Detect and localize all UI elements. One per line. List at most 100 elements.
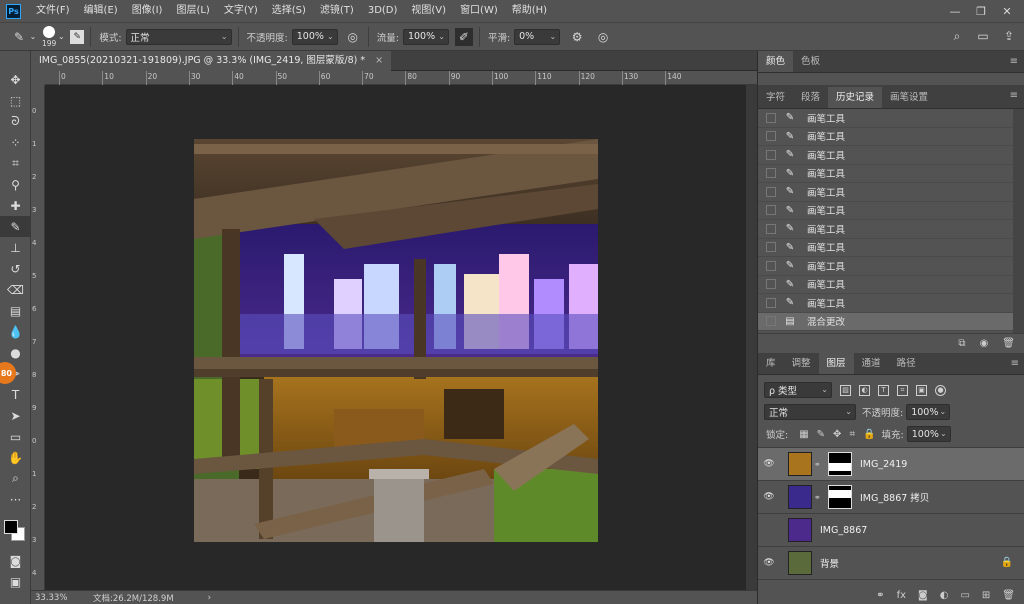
status-menu-arrow[interactable]: ›: [208, 593, 211, 603]
menu-3d[interactable]: 3D(D): [361, 0, 405, 22]
history-scrollbar[interactable]: [1013, 109, 1024, 333]
path-select-tool-icon[interactable]: ➤: [0, 405, 31, 426]
menu-filter[interactable]: 滤镜(T): [313, 0, 361, 22]
gear-icon[interactable]: ⚙: [568, 28, 586, 46]
lock-all-icon[interactable]: 🔒: [863, 429, 875, 440]
pressure-opacity-icon[interactable]: ◎: [344, 28, 362, 46]
share-icon[interactable]: ⇪: [1000, 27, 1018, 45]
filter-type-icon[interactable]: T: [878, 384, 889, 396]
filter-pixel-icon[interactable]: ▨: [840, 384, 851, 396]
brush-tool-preset-icon[interactable]: ✎: [10, 28, 28, 46]
brush-preset-picker[interactable]: 199: [42, 25, 56, 48]
history-item[interactable]: ✎ 画笔工具: [758, 257, 1014, 276]
healing-brush-tool-icon[interactable]: ✚: [0, 195, 31, 216]
quick-select-tool-icon[interactable]: ⁘: [0, 132, 31, 153]
foreground-color-swatch[interactable]: [4, 520, 18, 534]
panel-menu-icon[interactable]: ≡: [1010, 90, 1018, 101]
rectangle-tool-icon[interactable]: ▭: [0, 426, 31, 447]
smoothing-input[interactable]: 0% ⌄: [514, 28, 561, 45]
history-source-checkbox[interactable]: [766, 260, 776, 271]
layer-mask-thumbnail[interactable]: [828, 452, 852, 476]
history-source-checkbox[interactable]: [766, 149, 776, 160]
more-tools-icon[interactable]: ···: [0, 489, 31, 510]
layer-filter-select[interactable]: ρ 类型 ⌄: [764, 382, 832, 398]
lock-artboard-icon[interactable]: ⌗: [849, 429, 855, 440]
layer-thumbnail[interactable]: [788, 485, 812, 509]
fill-input[interactable]: 100% ⌄: [906, 426, 951, 442]
mask-icon[interactable]: ◙: [918, 590, 928, 601]
menu-help[interactable]: 帮助(H): [505, 0, 554, 22]
lock-position-icon[interactable]: ✥: [833, 429, 841, 440]
history-brush-tool-icon[interactable]: ↺: [0, 258, 31, 279]
history-item[interactable]: ✎ 画笔工具: [758, 128, 1014, 146]
layer-mask-thumbnail[interactable]: [828, 485, 852, 509]
menu-type[interactable]: 文字(Y): [217, 0, 265, 22]
history-source-checkbox[interactable]: [766, 297, 776, 308]
restore-button[interactable]: ❐: [968, 0, 994, 22]
link-icon[interactable]: ⚭: [876, 590, 884, 601]
minimize-button[interactable]: —: [942, 0, 968, 22]
history-item[interactable]: ✎ 画笔工具: [758, 146, 1014, 165]
filter-smart-object-icon[interactable]: ▣: [916, 384, 927, 396]
mode-select[interactable]: 正常 ⌄: [125, 28, 232, 45]
flow-input[interactable]: 100% ⌄: [402, 28, 449, 45]
history-source-checkbox[interactable]: [766, 186, 776, 197]
lasso-tool-icon[interactable]: ᘐ: [0, 111, 31, 132]
clone-stamp-tool-icon[interactable]: ⊥: [0, 237, 31, 258]
blur-tool-icon[interactable]: 💧: [0, 321, 31, 342]
panel-menu-icon[interactable]: ≡: [1010, 56, 1018, 67]
eye-icon[interactable]: 👁: [758, 459, 780, 469]
eraser-tool-icon[interactable]: ⌫: [0, 279, 31, 300]
chevron-down-icon[interactable]: ⌄: [28, 28, 38, 46]
eye-icon[interactable]: 👁: [758, 558, 780, 568]
layer-opacity-input[interactable]: 100% ⌄: [906, 404, 951, 420]
filter-adjustment-icon[interactable]: ◐: [859, 384, 870, 396]
tab-layers[interactable]: 图层: [818, 353, 854, 374]
history-source-checkbox[interactable]: [766, 279, 776, 290]
tab-channels[interactable]: 通道: [854, 353, 889, 374]
history-source-checkbox[interactable]: [766, 205, 776, 216]
history-item[interactable]: ✎ 画笔工具: [758, 239, 1014, 257]
tab-history[interactable]: 历史记录: [828, 87, 883, 108]
tab-character[interactable]: 字符: [758, 87, 793, 108]
vertical-scrollbar[interactable]: [746, 85, 757, 590]
quick-mask-icon[interactable]: ◙: [0, 550, 31, 571]
layer-thumbnail[interactable]: [788, 452, 812, 476]
brush-settings-toggle-icon[interactable]: ✎: [70, 29, 85, 44]
history-item[interactable]: ✎ 画笔工具: [758, 109, 1014, 128]
history-item[interactable]: ✎ 画笔工具: [758, 165, 1014, 183]
filter-toggle-icon[interactable]: ●: [935, 384, 946, 396]
tab-paths[interactable]: 路径: [889, 353, 924, 374]
tab-color[interactable]: 颜色: [758, 51, 794, 72]
history-source-checkbox[interactable]: [766, 112, 776, 123]
history-source-checkbox[interactable]: [766, 242, 776, 253]
canvas-image[interactable]: [194, 139, 598, 542]
history-item[interactable]: ✎ 画笔工具: [758, 276, 1014, 294]
layer-thumbnail[interactable]: [788, 518, 812, 542]
close-window-button[interactable]: ✕: [994, 0, 1020, 22]
lock-image-icon[interactable]: ✎: [817, 429, 825, 440]
blend-mode-select[interactable]: 正常 ⌄: [764, 404, 856, 420]
history-source-checkbox[interactable]: [766, 223, 776, 234]
dodge-tool-icon[interactable]: ●: [0, 342, 31, 363]
crop-tool-icon[interactable]: ⌗: [0, 153, 31, 174]
tab-paragraph[interactable]: 段落: [793, 87, 828, 108]
layer-name[interactable]: IMG_2419: [860, 459, 907, 470]
close-icon[interactable]: ×: [375, 51, 383, 71]
layer-name[interactable]: IMG_8867: [820, 525, 867, 536]
history-item[interactable]: ▤ 混合更改: [758, 312, 1014, 331]
document-tab[interactable]: IMG_0855(20210321-191809).JPG @ 33.3% (I…: [31, 51, 392, 71]
new-layer-icon[interactable]: ⊞: [982, 590, 990, 601]
menu-image[interactable]: 图像(I): [125, 0, 170, 22]
screen-mode-icon[interactable]: ▣: [0, 571, 31, 592]
lock-transparency-icon[interactable]: ▦: [799, 429, 808, 440]
opacity-input[interactable]: 100% ⌄: [291, 28, 338, 45]
tab-libraries[interactable]: 库: [758, 353, 784, 374]
brush-tool-icon[interactable]: ✎: [0, 216, 31, 237]
zoom-tool-icon[interactable]: ⌕: [0, 468, 31, 489]
layer-row[interactable]: 👁 背景 🔒: [758, 547, 1024, 580]
airbrush-icon[interactable]: ✐: [454, 27, 473, 46]
marquee-tool-icon[interactable]: ⬚: [0, 90, 31, 111]
layer-row[interactable]: IMG_8867: [758, 514, 1024, 547]
workspace-icon[interactable]: ▭: [974, 27, 992, 45]
